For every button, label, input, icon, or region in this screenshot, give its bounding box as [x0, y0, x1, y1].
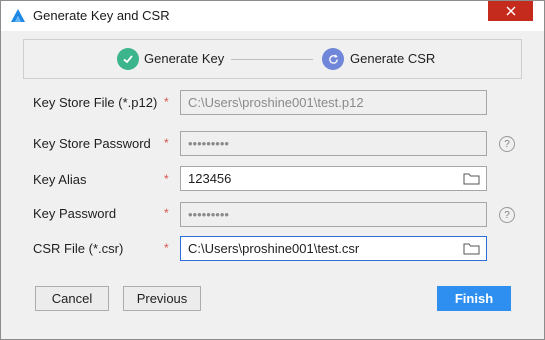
folder-icon[interactable] [463, 242, 480, 255]
key-store-password-label: Key Store Password [33, 136, 151, 151]
step-generate-key: Generate Key [144, 51, 225, 66]
help-icon[interactable]: ? [499, 136, 515, 152]
step-indicator: Generate Key Generate CSR [23, 39, 522, 79]
window-title: Generate Key and CSR [33, 8, 170, 23]
csr-file-value: C:\Users\proshine001\test.csr [188, 241, 360, 256]
key-password-label: Key Password [33, 206, 117, 221]
close-icon [506, 6, 515, 16]
key-store-file-label: Key Store File (*.p12) [33, 95, 158, 110]
finish-button[interactable]: Finish [437, 286, 511, 311]
required-marker: * [164, 136, 169, 150]
csr-file-label: CSR File (*.csr) [33, 241, 124, 256]
folder-icon[interactable] [463, 172, 480, 185]
title-bar[interactable]: Generate Key and CSR [1, 1, 544, 31]
key-alias-value: 123456 [188, 171, 232, 186]
required-marker: * [164, 172, 169, 186]
cancel-button[interactable]: Cancel [35, 286, 109, 311]
key-store-password-field[interactable]: ••••••••• [180, 131, 487, 156]
step-generate-csr: Generate CSR [350, 51, 436, 66]
help-icon[interactable]: ? [499, 207, 515, 223]
key-alias-label: Key Alias [33, 172, 87, 187]
csr-file-field[interactable]: C:\Users\proshine001\test.csr [180, 236, 487, 261]
check-icon [117, 48, 139, 70]
step-connector [231, 59, 313, 60]
required-marker: * [164, 95, 169, 109]
app-logo-icon [10, 8, 26, 24]
dialog-window: Generate Key and CSR Generate Key Genera… [0, 0, 545, 340]
key-store-file-field[interactable]: C:\Users\proshine001\test.p12 [180, 90, 487, 115]
required-marker: * [164, 206, 169, 220]
required-marker: * [164, 241, 169, 255]
previous-button[interactable]: Previous [123, 286, 201, 311]
refresh-icon [322, 48, 344, 70]
key-password-field[interactable]: ••••••••• [180, 202, 487, 227]
key-alias-field[interactable]: 123456 [180, 166, 487, 191]
close-button[interactable] [488, 1, 533, 21]
